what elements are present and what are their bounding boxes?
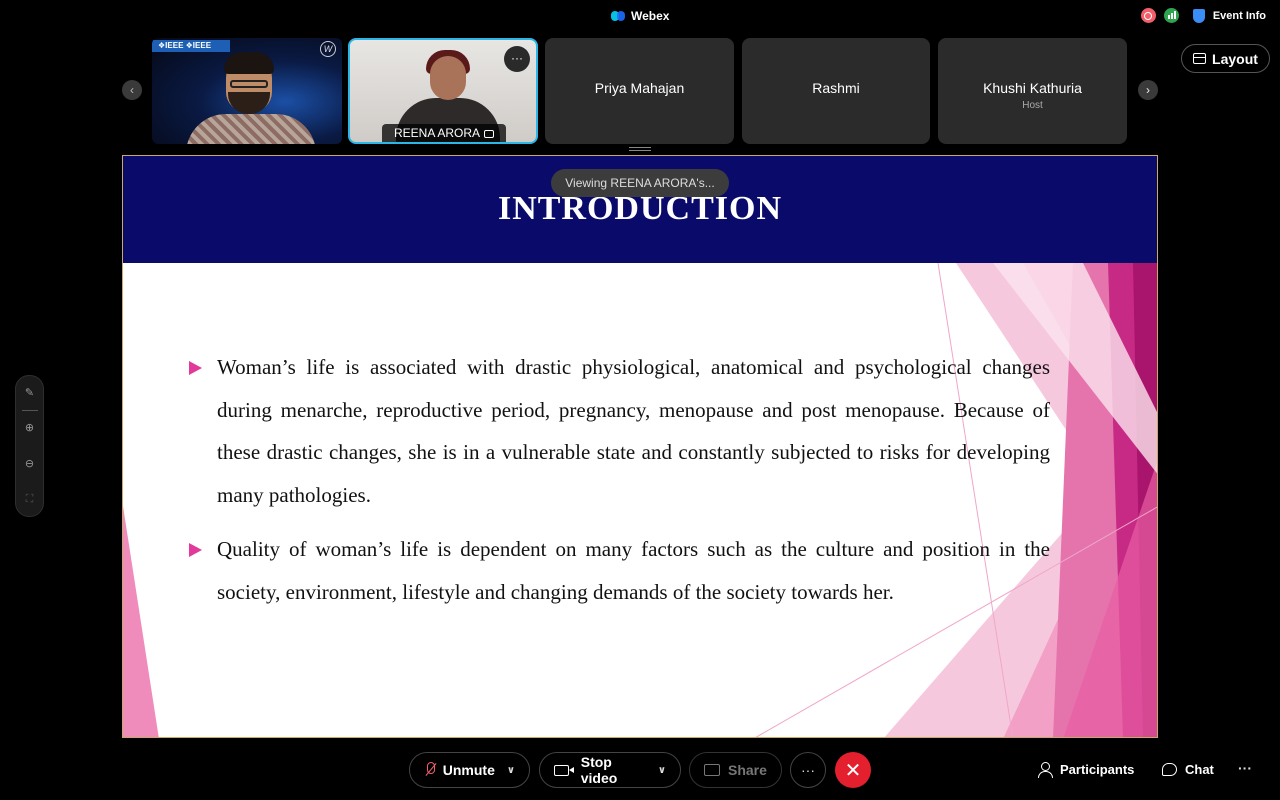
slide-bullet-2: Quality of woman’s life is dependent on …: [217, 537, 1050, 604]
tile-more-button[interactable]: ···: [504, 46, 530, 72]
video-tile-presenter[interactable]: ❖IEEE ❖IEEE W: [152, 38, 342, 144]
chat-label: Chat: [1185, 762, 1214, 777]
chat-icon: [1162, 763, 1177, 776]
chevron-left-icon: ‹: [130, 83, 134, 97]
more-options-button[interactable]: ···: [790, 752, 826, 788]
strip-resize-handle[interactable]: [629, 147, 651, 151]
unmute-button[interactable]: Unmute ∨: [409, 752, 530, 788]
webex-logo-icon: [611, 10, 625, 22]
stop-video-button[interactable]: Stop video ∨: [539, 752, 681, 788]
participant-name: Khushi Kathuria: [983, 80, 1082, 96]
more-icon: ···: [801, 762, 815, 778]
chevron-down-icon[interactable]: ∨: [507, 765, 515, 776]
share-label: Share: [728, 762, 767, 778]
stop-video-label: Stop video: [580, 754, 618, 786]
layout-button-label: Layout: [1212, 50, 1258, 67]
more-icon: ···: [511, 51, 523, 65]
participant-tile-rashmi[interactable]: Rashmi: [742, 38, 930, 144]
top-right-status: Event Info: [1140, 8, 1266, 23]
content-tools: ✎ ⊕ ⊖ ⛶: [15, 375, 44, 517]
overflow-menu-button[interactable]: ···: [1238, 760, 1252, 776]
title-bar: Webex Event Info: [0, 0, 1280, 34]
participants-icon: [1038, 762, 1053, 778]
layout-icon: [1193, 53, 1207, 64]
bullet-arrow-icon: [189, 361, 202, 375]
sharing-icon: [484, 129, 495, 138]
event-info-button[interactable]: Event Info: [1213, 10, 1266, 22]
zoom-in-icon[interactable]: ⊕: [16, 421, 43, 434]
slide-bullet-1: Woman’s life is associated with drastic …: [217, 355, 1050, 508]
layout-button[interactable]: Layout: [1181, 44, 1270, 73]
recording-icon[interactable]: [1140, 8, 1156, 23]
zoom-out-icon[interactable]: ⊖: [16, 457, 43, 470]
app-title: Webex: [611, 9, 669, 23]
divider: [22, 410, 38, 411]
shield-icon[interactable]: [1192, 8, 1205, 23]
chevron-right-icon: ›: [1146, 83, 1150, 97]
strip-prev-button[interactable]: ‹: [122, 80, 142, 100]
participant-tile-priya[interactable]: Priya Mahajan: [545, 38, 734, 144]
share-screen-icon: [704, 764, 720, 776]
fit-icon[interactable]: ⛶: [16, 493, 43, 506]
more-icon: ···: [1238, 760, 1252, 776]
host-badge: Host: [1022, 100, 1043, 111]
participant-tile-khushi[interactable]: Khushi Kathuria Host: [938, 38, 1127, 144]
microphone-muted-icon: [424, 762, 435, 778]
share-button[interactable]: Share: [689, 752, 782, 788]
app-title-text: Webex: [631, 9, 670, 23]
participants-button[interactable]: Participants: [1038, 762, 1135, 778]
chevron-down-icon[interactable]: ∨: [658, 765, 666, 776]
unmute-label: Unmute: [442, 762, 495, 778]
close-icon: ✕: [844, 759, 862, 782]
strip-next-button[interactable]: ›: [1138, 80, 1158, 100]
participant-name: Rashmi: [812, 80, 860, 96]
participant-video: [186, 52, 316, 144]
annotate-icon[interactable]: ✎: [16, 386, 43, 399]
video-tile-active-speaker[interactable]: ··· REENA ARORA: [348, 38, 538, 144]
chat-button[interactable]: Chat: [1162, 762, 1214, 777]
camera-icon: [554, 764, 574, 776]
viewing-tooltip: Viewing REENA ARORA's...: [551, 169, 729, 197]
organizer-logo-icon: W: [320, 41, 336, 57]
participants-label: Participants: [1060, 762, 1135, 777]
shared-content: INTRODUCTION Woman’s life is associated …: [122, 155, 1158, 738]
participant-name-label: REENA ARORA: [382, 124, 506, 142]
ieee-banner: ❖IEEE ❖IEEE: [152, 40, 230, 52]
network-health-icon[interactable]: [1163, 8, 1179, 23]
leave-meeting-button[interactable]: ✕: [835, 752, 871, 788]
participant-name: Priya Mahajan: [594, 80, 685, 96]
bullet-arrow-icon: [189, 543, 202, 557]
